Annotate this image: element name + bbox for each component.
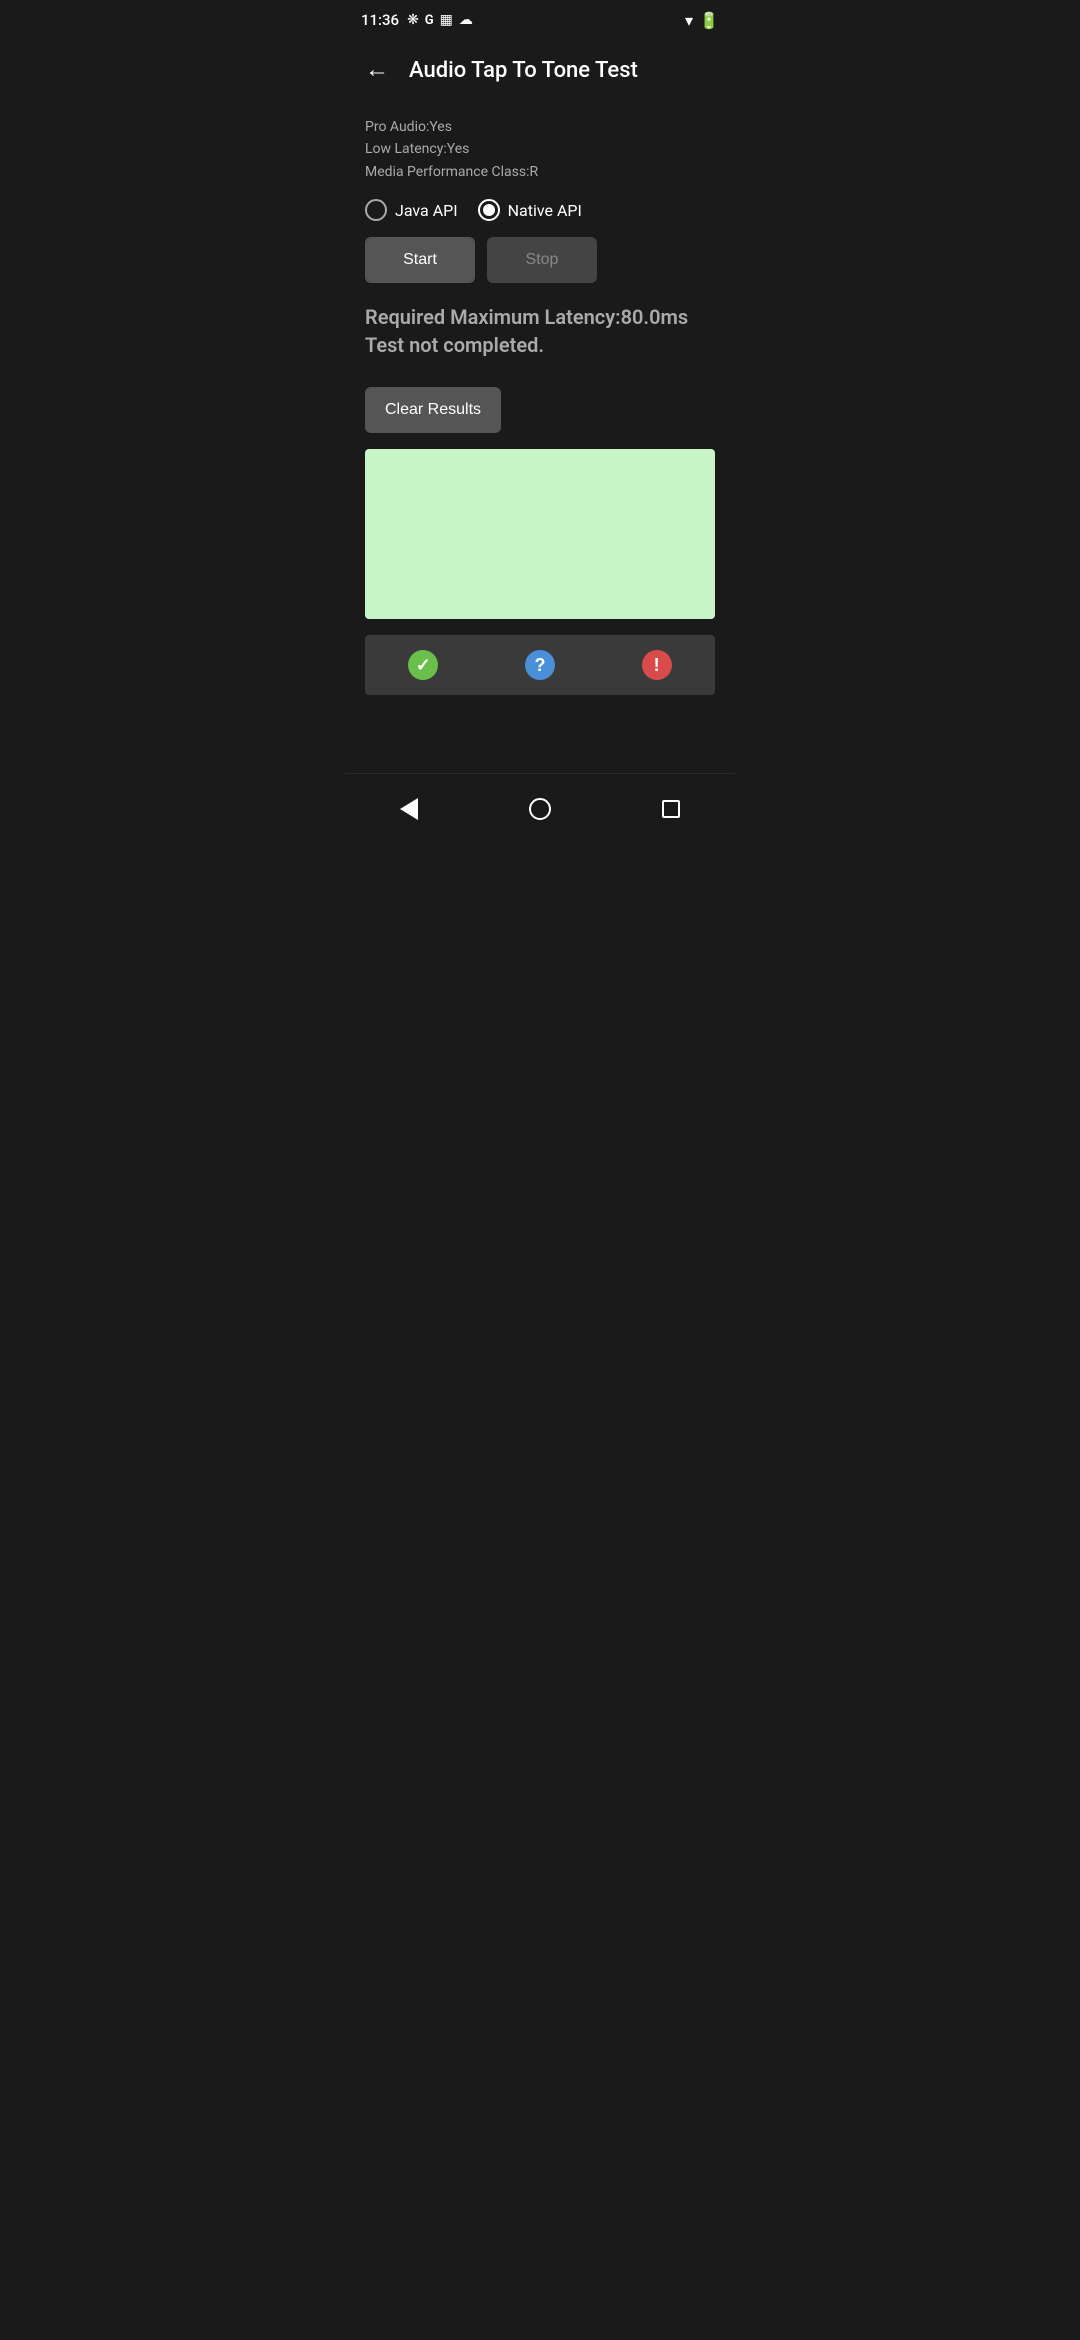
wifi-icon: ▾ (685, 11, 693, 30)
result-section: Required Maximum Latency:80.0ms Test not… (365, 303, 715, 359)
page-title: Audio Tap To Tone Test (409, 58, 638, 83)
clear-results-button[interactable]: Clear Results (365, 387, 501, 433)
question-icon: ? (525, 650, 555, 680)
start-button[interactable]: Start (365, 237, 475, 283)
status-left: 11:36 ❋ G ▦ ☁ (361, 11, 473, 29)
google-icon: G (425, 13, 434, 28)
java-api-radio[interactable] (365, 199, 387, 221)
pass-button[interactable]: ✓ (365, 635, 482, 695)
fan-icon: ❋ (407, 12, 419, 28)
fail-button[interactable]: ! (598, 635, 715, 695)
navigation-bar (345, 773, 735, 844)
status-time: 11:36 (361, 11, 399, 29)
recents-square-icon (662, 800, 680, 818)
media-performance-label: Media Performance Class:R (365, 161, 715, 183)
toolbar: ← Audio Tap To Tone Test (345, 40, 735, 100)
control-buttons: Start Stop (365, 237, 715, 283)
result-latency: Required Maximum Latency:80.0ms (365, 303, 715, 331)
pro-audio-label: Pro Audio:Yes (365, 116, 715, 138)
java-api-label: Java API (395, 201, 458, 220)
visualization-area (365, 449, 715, 619)
nav-recents-button[interactable] (654, 792, 688, 826)
status-bar: 11:36 ❋ G ▦ ☁ ▾ 🔋 (345, 0, 735, 40)
info-button[interactable]: ? (482, 635, 599, 695)
native-api-label: Native API (508, 201, 582, 220)
native-api-radio[interactable] (478, 199, 500, 221)
result-status: Test not completed. (365, 331, 715, 359)
api-radio-group: Java API Native API (365, 199, 715, 221)
info-section: Pro Audio:Yes Low Latency:Yes Media Perf… (365, 116, 715, 183)
back-triangle-icon (400, 798, 418, 820)
native-api-radio-inner (483, 204, 495, 216)
stop-button[interactable]: Stop (487, 237, 597, 283)
nav-back-button[interactable] (392, 790, 426, 828)
low-latency-label: Low Latency:Yes (365, 138, 715, 160)
cloud-icon: ☁ (459, 12, 473, 28)
status-right: ▾ 🔋 (685, 11, 719, 30)
content-area: Pro Audio:Yes Low Latency:Yes Media Perf… (345, 100, 735, 742)
home-circle-icon (529, 798, 551, 820)
status-icons: ❋ G ▦ ☁ (407, 12, 473, 28)
nav-home-button[interactable] (521, 790, 559, 828)
warning-icon: ! (642, 650, 672, 680)
back-button[interactable]: ← (361, 52, 393, 88)
battery-icon: 🔋 (699, 11, 719, 30)
native-api-option[interactable]: Native API (478, 199, 582, 221)
action-buttons-row: ✓ ? ! (365, 635, 715, 695)
java-api-option[interactable]: Java API (365, 199, 458, 221)
calendar-icon: ▦ (440, 12, 453, 28)
pass-icon: ✓ (408, 650, 438, 680)
